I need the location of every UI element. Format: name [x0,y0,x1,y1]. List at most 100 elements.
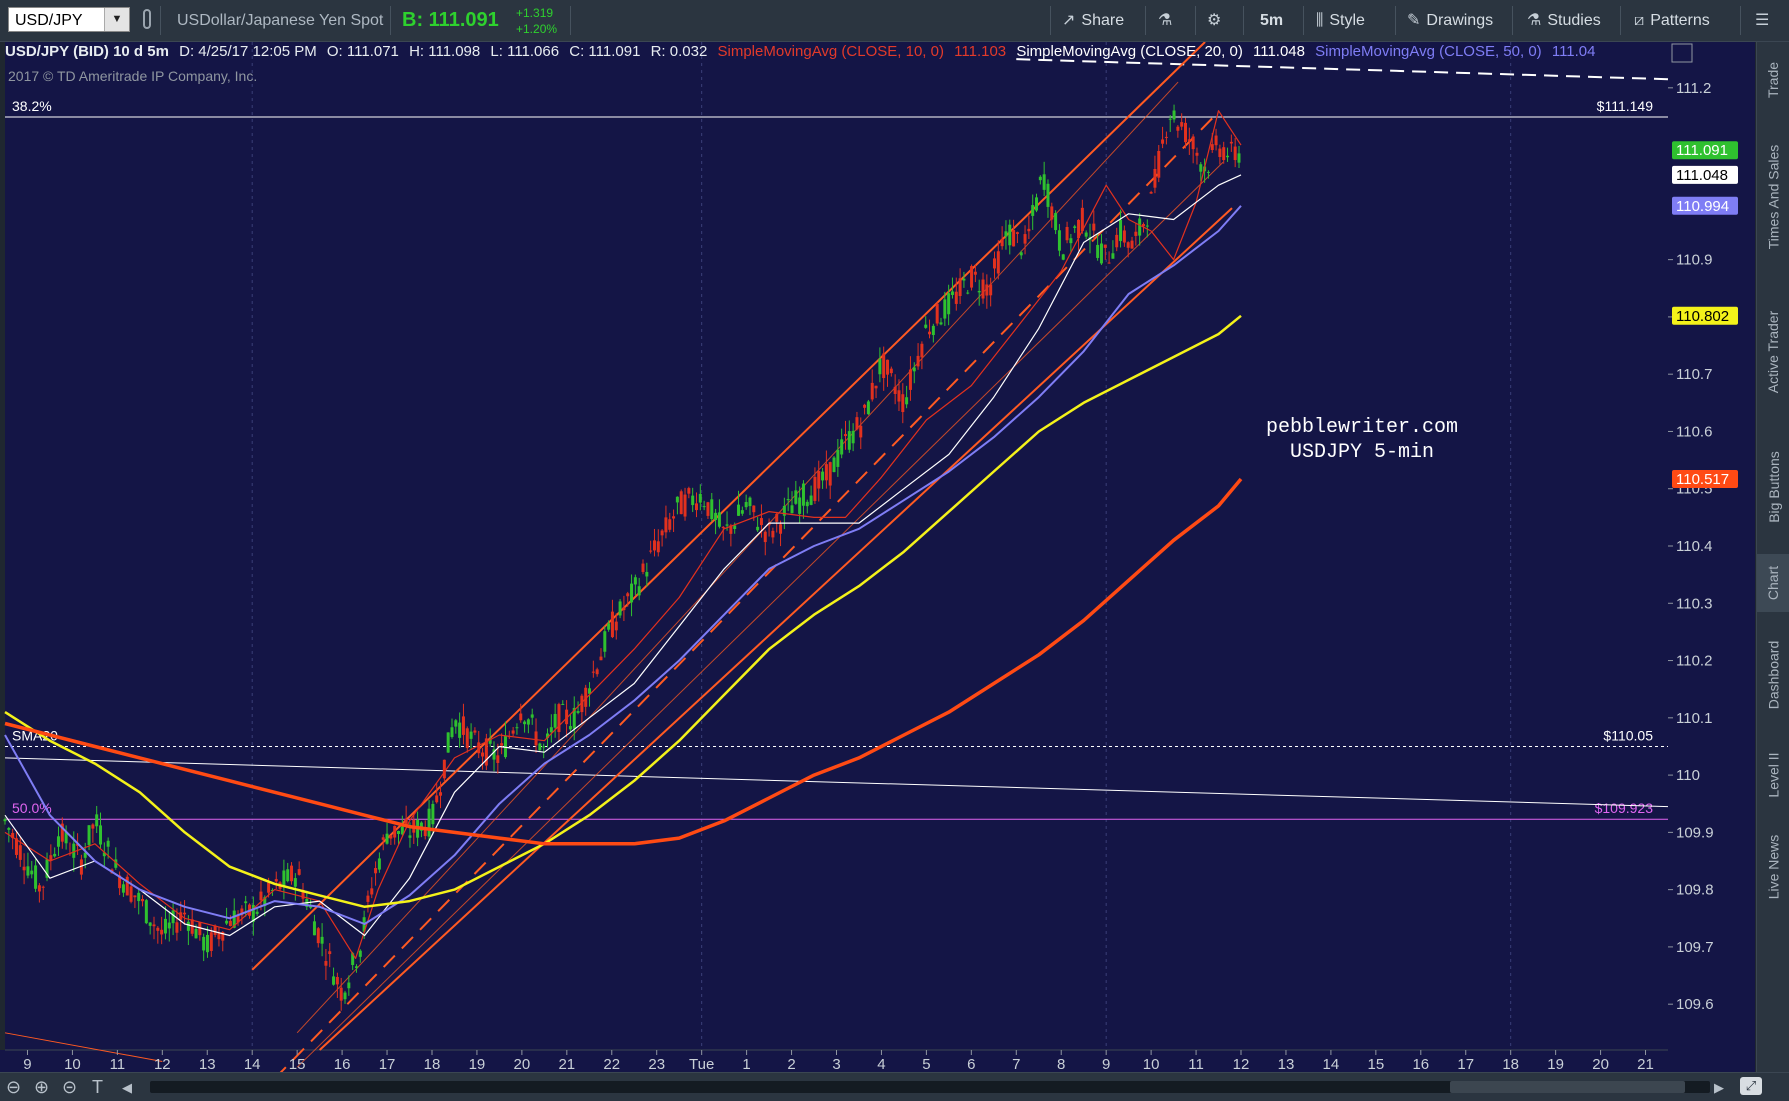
candle-body [989,284,993,296]
y-axis-panel [1668,42,1755,1072]
candle-body [1027,228,1031,232]
candle-body [1149,192,1153,194]
zoom-reset-icon[interactable]: ⊝ [62,1077,77,1098]
y-tick-label: 109.8 [1676,882,1714,899]
flask-button[interactable]: ⚗ [1158,0,1178,41]
symbol-selector[interactable]: USD/JPY ▼ [8,7,130,32]
bottom-scroll-bar: ⊖ ⊕ ⊝ T ◀ ▶ ⤢ [0,1072,1789,1101]
candle-body [389,835,393,839]
candle-body [461,716,465,735]
change-absolute: +1.319 [516,6,554,20]
candle-body [1046,183,1050,207]
candle-body [213,925,217,935]
link-icon[interactable] [143,9,151,29]
price-chart[interactable]: 38.2% $111.149SMA20 $110.0550.0% $109.92310… [0,42,1755,1072]
candle-body [1042,174,1046,190]
side-tab-dashboard[interactable]: Dashboard [1757,617,1789,732]
candle-body [790,505,794,514]
info-sma20-label: SimpleMovingAvg (CLOSE, 20, 0) [1016,43,1243,60]
candle-body [771,530,775,538]
candle-body [614,621,618,631]
candle-body [786,499,790,501]
text-tool-icon[interactable]: T [92,1077,103,1098]
gear-icon: ⚙ [1207,12,1222,29]
candle-body [775,513,779,522]
scroll-right-icon[interactable]: ▶ [1714,1080,1724,1096]
side-tab-active-trader[interactable]: Active Trader [1757,287,1789,417]
candle-body [1130,240,1134,249]
scroll-thumb[interactable] [1450,1081,1685,1093]
watermark-site: pebblewriter.com [1266,416,1458,439]
x-tick-label: 12 [1233,1056,1250,1072]
x-tick-label: 1 [742,1056,750,1072]
chart-area[interactable]: 38.2% $111.149 SMA20 $110.05 50.0% $109.923 10… [0,42,1755,1072]
x-tick-label: 21 [1637,1056,1654,1072]
candle-body [198,922,202,936]
candle-body [1134,231,1138,236]
candle-body [1206,171,1210,173]
candle-body [847,431,851,450]
candle-body [519,713,523,721]
x-tick-label: 11 [1188,1056,1204,1072]
candle-body [928,331,932,335]
x-tick-label: 13 [1278,1056,1295,1072]
share-label: Share [1081,12,1125,29]
candle-body [675,496,679,503]
style-button[interactable]: ⫼ Style [1316,0,1365,41]
share-icon: ↗ [1062,12,1076,29]
candle-body [958,278,962,297]
price-badge-label: 110.802 [1676,308,1729,325]
candle-body [1015,232,1019,234]
settings-button[interactable]: ⚙ [1207,0,1227,41]
candle-body [859,425,863,438]
expand-icon[interactable]: ⤢ [1740,1077,1762,1095]
share-button[interactable]: ↗ Share [1062,0,1124,41]
zoom-in-icon[interactable]: ⊕ [34,1077,49,1098]
menu-button[interactable]: ☰ [1755,0,1775,41]
candle-body [72,843,76,858]
candle-body [714,512,718,521]
studies-button[interactable]: ⚗ Studies [1527,0,1601,41]
candle-body [1073,226,1077,228]
candle-body [141,899,145,902]
candle-body [526,719,530,725]
drawings-button[interactable]: ✎ Drawings [1407,0,1493,41]
candle-body [752,505,756,513]
x-tick-label: 9 [1102,1056,1110,1072]
side-tab-level-ii[interactable]: Level II [1757,737,1789,812]
candle-body [1229,141,1233,144]
scroll-left-icon[interactable]: ◀ [122,1080,132,1096]
candle-body [549,727,553,733]
candle-body [737,504,741,516]
candle-body [34,865,38,889]
candle-body [905,397,909,405]
patterns-button[interactable]: ⧄ Patterns [1634,0,1710,41]
candle-body [882,353,886,379]
candle-body [1222,147,1226,161]
scroll-track[interactable] [150,1081,1710,1093]
candle-body [652,540,656,551]
candle-body [515,727,519,729]
x-tick-label: 21 [558,1056,575,1072]
candle-body [763,531,767,543]
toolbar-divider [390,6,391,35]
candle-body [950,291,954,295]
y-tick-label: 109.9 [1676,824,1714,841]
chevron-down-icon[interactable]: ▼ [104,8,129,31]
candle-body [106,840,110,847]
zoom-out-icon[interactable]: ⊖ [6,1077,21,1098]
candle-body [1233,146,1237,161]
timeframe-button[interactable]: 5m [1260,0,1283,41]
candle-body [1153,168,1157,188]
side-tab-big-buttons[interactable]: Big Buttons [1757,427,1789,547]
candle-body [779,524,783,534]
x-tick-label: 3 [832,1056,840,1072]
side-tab-trade[interactable]: Trade [1757,52,1789,107]
candle-body [694,503,698,511]
side-tab-chart[interactable]: Chart [1757,554,1789,612]
candle-body [794,490,798,504]
side-tab-times-and-sales[interactable]: Times And Sales [1757,117,1789,277]
side-tab-live-news[interactable]: Live News [1757,817,1789,917]
x-tick-label: 13 [199,1056,216,1072]
candle-body [156,927,160,931]
